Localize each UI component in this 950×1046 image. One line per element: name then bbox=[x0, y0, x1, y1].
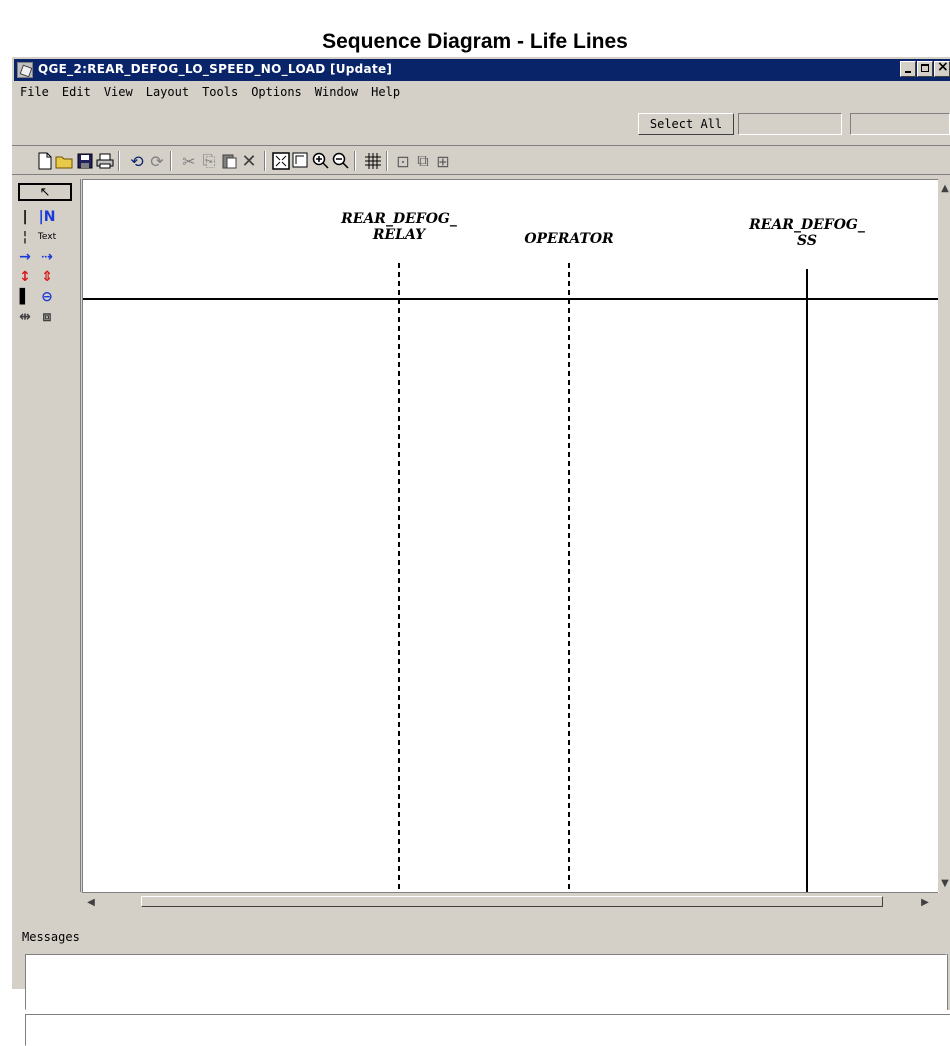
selection-bar: Select All bbox=[12, 112, 950, 138]
lifeline-label-ss[interactable]: REAR_DEFOG_ SS bbox=[737, 217, 877, 249]
title-bar[interactable]: QGE_2:REAR_DEFOG_LO_SPEED_NO_LOAD [Updat… bbox=[14, 59, 950, 81]
tool-palette: ↖ | |N ¦ Text → ⇢ ↕ ⇕ ▌ ⊖ ⇹ ⧈ bbox=[14, 179, 81, 892]
lifeline-label-relay[interactable]: REAR_DEFOG_ RELAY bbox=[329, 211, 469, 243]
app-window: QGE_2:REAR_DEFOG_LO_SPEED_NO_LOAD [Updat… bbox=[10, 55, 950, 1046]
redo-icon[interactable]: ⟳ bbox=[146, 150, 168, 172]
lifeline-icon[interactable]: | bbox=[14, 207, 36, 227]
zoom-in-icon[interactable] bbox=[310, 150, 332, 172]
frame-icon[interactable]: ⧈ bbox=[36, 307, 58, 327]
select-all-button[interactable]: Select All bbox=[638, 113, 734, 135]
window-controls bbox=[899, 59, 950, 79]
menu-view[interactable]: View bbox=[104, 85, 133, 105]
grid-icon[interactable] bbox=[362, 150, 384, 172]
maximize-button[interactable] bbox=[917, 61, 933, 77]
range-icon[interactable]: ⇹ bbox=[14, 307, 36, 327]
scroll-left-icon[interactable]: ◀ bbox=[84, 895, 98, 909]
app-icon[interactable] bbox=[17, 62, 33, 78]
scroll-down-icon[interactable]: ▼ bbox=[938, 876, 950, 890]
new-icon[interactable] bbox=[34, 150, 56, 172]
vertical-scrollbar[interactable]: ▲ ▼ bbox=[938, 179, 950, 892]
message-arrow-icon[interactable]: → bbox=[14, 247, 36, 267]
toolbar: ⟲ ⟳ ✂ ⎘ ✕ ⊡ ⧉ ⊞ bbox=[12, 145, 950, 175]
text-icon[interactable]: Text bbox=[36, 227, 58, 247]
save-icon[interactable] bbox=[74, 150, 96, 172]
delete-icon[interactable]: ✕ bbox=[238, 150, 260, 172]
toolbar-separator bbox=[170, 151, 172, 171]
print-icon[interactable] bbox=[94, 150, 116, 172]
messages-panel[interactable] bbox=[25, 954, 947, 1010]
open-icon[interactable] bbox=[54, 150, 76, 172]
menu-file[interactable]: File bbox=[20, 85, 49, 105]
toolbar-separator bbox=[354, 151, 356, 171]
menu-bar: File Edit View Layout Tools Options Wind… bbox=[20, 85, 413, 105]
cut-icon[interactable]: ✂ bbox=[178, 150, 200, 172]
toolbar-separator bbox=[386, 151, 388, 171]
zoom-region-icon[interactable] bbox=[290, 150, 312, 172]
paste-format-icon[interactable]: ⊞ bbox=[432, 150, 454, 172]
window-title: QGE_2:REAR_DEFOG_LO_SPEED_NO_LOAD [Updat… bbox=[38, 62, 393, 76]
named-lifeline-icon[interactable]: |N bbox=[36, 207, 58, 227]
labeled-message-icon[interactable]: ⇢ bbox=[36, 247, 58, 267]
menu-edit[interactable]: Edit bbox=[62, 85, 91, 105]
dashed-lifeline-icon[interactable]: ¦ bbox=[14, 227, 36, 247]
scroll-right-icon[interactable]: ▶ bbox=[918, 895, 932, 909]
status-field-2 bbox=[850, 113, 950, 135]
zoom-out-icon[interactable] bbox=[330, 150, 352, 172]
duration-icon[interactable]: ↕ bbox=[14, 267, 36, 287]
menu-options[interactable]: Options bbox=[251, 85, 302, 105]
menu-help[interactable]: Help bbox=[371, 85, 400, 105]
status-field-1 bbox=[738, 113, 842, 135]
paste-icon[interactable] bbox=[218, 150, 240, 172]
lifeline-label-operator[interactable]: OPERATOR bbox=[499, 231, 639, 247]
menu-layout[interactable]: Layout bbox=[146, 85, 189, 105]
copy-format-icon[interactable]: ⧉ bbox=[412, 150, 434, 172]
status-bar bbox=[25, 1014, 950, 1046]
undo-icon[interactable]: ⟲ bbox=[126, 150, 148, 172]
properties-icon[interactable]: ⊡ bbox=[392, 150, 414, 172]
page-heading: Sequence Diagram - Life Lines bbox=[322, 30, 628, 53]
toolbar-separator bbox=[118, 151, 120, 171]
close-button[interactable] bbox=[934, 59, 950, 77]
return-icon[interactable]: ⊖ bbox=[36, 287, 58, 307]
timed-duration-icon[interactable]: ⇕ bbox=[36, 267, 58, 287]
messages-label: Messages bbox=[22, 930, 80, 944]
lifeline-svg bbox=[83, 263, 939, 893]
fit-icon[interactable] bbox=[270, 150, 292, 172]
horizontal-scrollbar[interactable]: ◀ ▶ bbox=[82, 892, 938, 911]
copy-icon[interactable]: ⎘ bbox=[198, 150, 220, 172]
toolbar-separator bbox=[264, 151, 266, 171]
scroll-thumb[interactable] bbox=[141, 896, 883, 907]
scroll-up-icon[interactable]: ▲ bbox=[938, 181, 950, 195]
activation-icon[interactable]: ▌ bbox=[14, 287, 36, 307]
diagram-canvas[interactable]: REAR_DEFOG_ RELAY OPERATOR REAR_DEFOG_ SS bbox=[82, 179, 939, 893]
select-arrow-icon[interactable]: ↖ bbox=[18, 183, 72, 201]
minimize-button[interactable] bbox=[900, 61, 916, 77]
menu-window[interactable]: Window bbox=[315, 85, 358, 105]
menu-tools[interactable]: Tools bbox=[202, 85, 238, 105]
